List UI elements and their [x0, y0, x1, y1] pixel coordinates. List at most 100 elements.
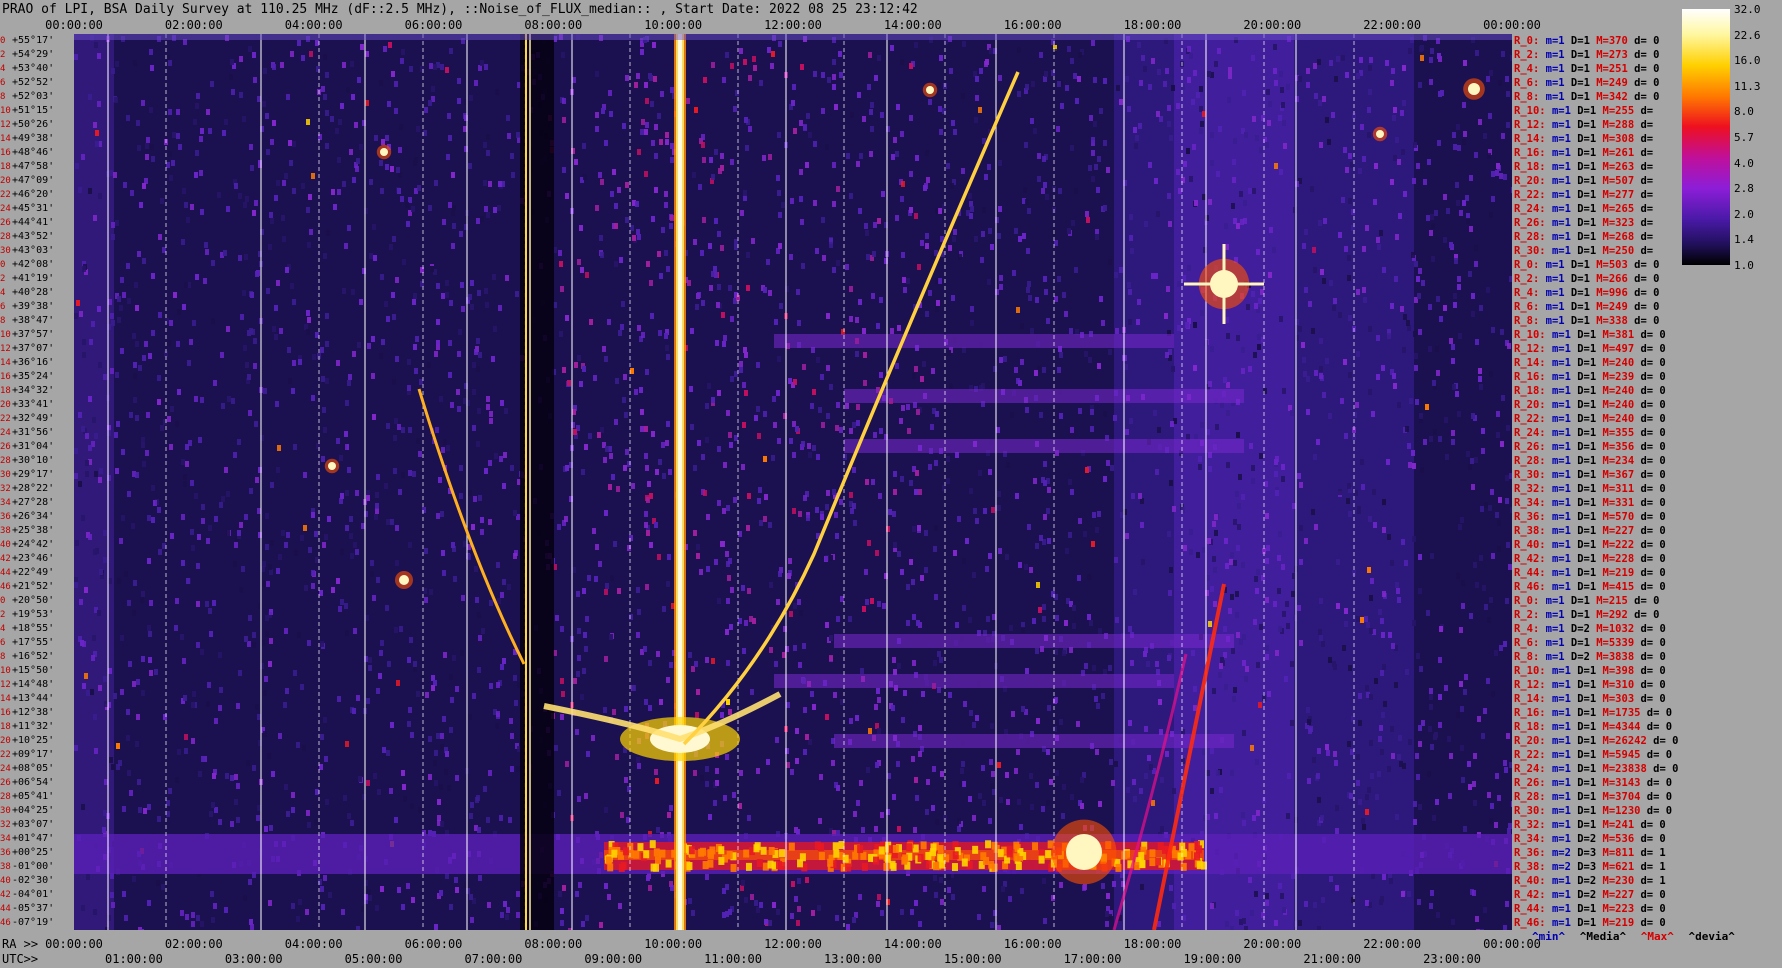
colorbar-tick: 32.0	[1734, 3, 1761, 16]
beam-median: D=1	[1577, 189, 1597, 201]
beam-id: R_42:	[1514, 889, 1546, 901]
beam-id: R_16:	[1514, 707, 1546, 719]
beam-index: 16	[0, 372, 11, 382]
beam-min: m=1	[1545, 287, 1565, 299]
colorbar-tick: 16.0	[1734, 54, 1761, 68]
beam-deviation: d= 0	[1640, 497, 1666, 509]
beam-index: 22	[0, 750, 11, 760]
beam-median: D=1	[1577, 917, 1597, 929]
beam-min: m=1	[1551, 329, 1571, 341]
beam-stat-row: R_26: m=1 D=1 M=323 d=	[1514, 216, 1653, 230]
beam-min: m=1	[1551, 483, 1571, 495]
declination-label: +27°28'	[12, 497, 55, 508]
beam-max: M=503	[1596, 259, 1628, 271]
beam-min: m=1	[1545, 49, 1565, 61]
declination-label: +20°50'	[12, 595, 55, 606]
beam-median: D=1	[1570, 315, 1590, 327]
beam-deviation: d= 0	[1634, 315, 1660, 327]
declination-label: +47°58'	[12, 161, 55, 172]
beam-median: D=1	[1577, 805, 1597, 817]
beam-min: m=1	[1551, 763, 1571, 775]
beam-max: M=370	[1596, 35, 1628, 47]
beam-id: R_30:	[1514, 245, 1546, 257]
beam-id: R_10:	[1514, 329, 1546, 341]
beam-stat-row: R_26: m=1 D=1 M=356 d= 0	[1514, 440, 1666, 454]
declination-label: +47°09'	[12, 175, 55, 186]
beam-max: M=5339	[1596, 637, 1635, 649]
declination-row: 44-05°37'	[0, 902, 74, 916]
beam-deviation: d= 0	[1640, 343, 1666, 355]
ra-tick-label: 02:00:00	[164, 937, 223, 951]
beam-max: M=303	[1602, 693, 1635, 705]
declination-row: 12+50°26'	[0, 118, 74, 132]
beam-index: 16	[0, 148, 11, 158]
beam-median: D=1	[1577, 105, 1597, 117]
beam-median: D=1	[1577, 441, 1597, 453]
beam-median: D=2	[1570, 623, 1590, 635]
beam-deviation: d= 0	[1634, 49, 1660, 61]
beam-min: m=1	[1551, 497, 1571, 509]
top-tick-label: 14:00:00	[883, 18, 942, 32]
beam-index: 14	[0, 694, 11, 704]
beam-median: D=1	[1577, 525, 1597, 537]
declination-row: 28+30°10'	[0, 454, 74, 468]
declination-row: 30+04°25'	[0, 804, 74, 818]
beam-median: D=1	[1570, 77, 1590, 89]
declination-row: 40-02°30'	[0, 874, 74, 888]
beam-median: D=1	[1577, 203, 1597, 215]
utc-tick-label: 01:00:00	[105, 952, 163, 966]
beam-deviation: d= 0	[1640, 665, 1666, 677]
beam-min: m=1	[1551, 231, 1571, 243]
utc-tick-label: 09:00:00	[584, 952, 643, 966]
beam-deviation: d= 0	[1640, 553, 1666, 565]
ra-tick-label: 20:00:00	[1243, 937, 1302, 951]
beam-median: D=1	[1570, 35, 1590, 47]
beam-min: m=1	[1551, 441, 1571, 453]
beam-max: M=230	[1602, 875, 1635, 887]
beam-stat-row: R_8: m=1 D=2 M=3838 d= 0	[1514, 650, 1666, 664]
declination-label: +50°26'	[12, 119, 55, 130]
beam-index: 20	[0, 400, 11, 410]
declination-label: +22°49'	[12, 567, 55, 578]
beam-id: R_0:	[1514, 595, 1540, 607]
beam-max: M=381	[1602, 329, 1635, 341]
top-tick-label: 18:00:00	[1123, 18, 1182, 32]
beam-deviation: d= 0	[1640, 889, 1666, 901]
beam-id: R_36:	[1514, 847, 1546, 859]
beam-deviation: d= 0	[1640, 651, 1666, 663]
utc-time-axis: 01:00:00 03:00:00 05:00:00 07:00:00 09:00:00…	[0, 952, 1520, 966]
declination-row: 0 +55°17'	[0, 34, 74, 48]
beam-id: R_32:	[1514, 483, 1546, 495]
declination-label: +31°04'	[12, 441, 55, 452]
beam-index: 46	[0, 582, 11, 592]
beam-min: m=1	[1551, 413, 1571, 425]
beam-stat-row: R_38: m=2 D=3 M=621 d= 1	[1514, 860, 1666, 874]
top-tick-label: 12:00:00	[764, 18, 822, 32]
beam-min: m=1	[1551, 539, 1571, 551]
declination-row: 6 +52°52'	[0, 76, 74, 90]
declination-label: +40°28'	[12, 287, 55, 298]
colorbar-tick: 8.0	[1734, 105, 1754, 119]
beam-stat-row: R_18: m=1 D=1 M=4344 d= 0	[1514, 720, 1672, 734]
beam-median: D=1	[1577, 497, 1597, 509]
beam-median: D=1	[1570, 91, 1590, 103]
beam-id: R_46:	[1514, 917, 1546, 929]
beam-id: R_44:	[1514, 567, 1546, 579]
declination-label: +55°17'	[12, 35, 55, 46]
beam-median: D=1	[1577, 175, 1597, 187]
beam-median: D=1	[1577, 903, 1597, 915]
beam-id: R_8:	[1514, 91, 1540, 103]
beam-median: D=1	[1570, 301, 1590, 313]
spectrogram-plot[interactable]	[74, 34, 1512, 930]
beam-index: 10	[0, 106, 11, 116]
beam-min: m=1	[1551, 469, 1571, 481]
beam-min: m=1	[1551, 343, 1571, 355]
beam-id: R_0:	[1514, 35, 1540, 47]
beam-id: R_12:	[1514, 343, 1546, 355]
beam-min: m=1	[1545, 259, 1565, 271]
beam-median: D=1	[1577, 119, 1597, 131]
top-tick-label: 06:00:00	[404, 18, 463, 32]
beam-id: R_24:	[1514, 763, 1546, 775]
beam-stat-row: R_30: m=1 D=1 M=250 d=	[1514, 244, 1653, 258]
beam-stat-row: R_24: m=1 D=1 M=355 d= 0	[1514, 426, 1666, 440]
